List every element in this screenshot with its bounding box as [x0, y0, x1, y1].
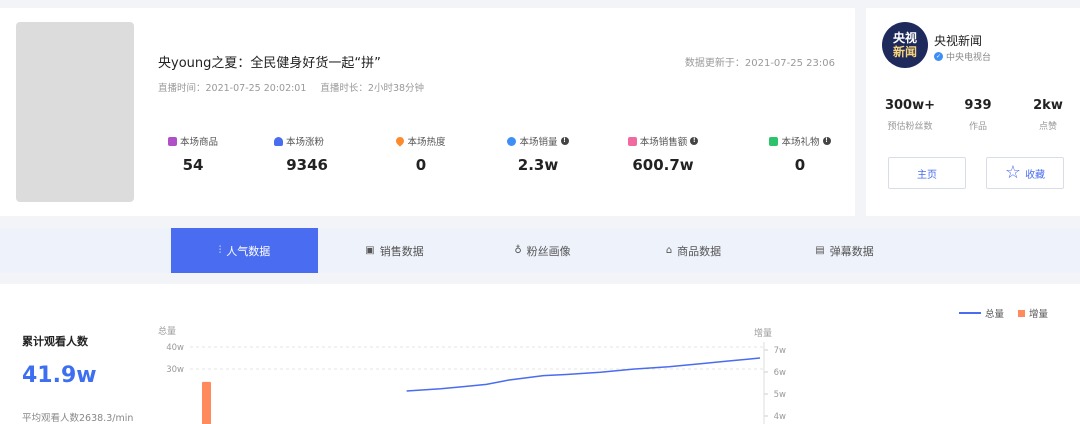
right-ticks: 7w 6w 5w 4w	[763, 342, 786, 424]
right-tick-label: 5w	[774, 390, 786, 400]
total-series-line	[406, 357, 761, 392]
live-meta: 直播时间：2021-07-25 20:02:01 直播时长：2小时38分钟	[158, 80, 424, 94]
stat-revenue: 本场销售额! 600.7w	[618, 134, 708, 174]
receipt-icon: ▣	[365, 245, 375, 256]
money-bag-icon	[627, 136, 637, 146]
chart-legend: 总量 增量	[958, 306, 1048, 320]
legend-increment[interactable]: 增量	[1017, 306, 1048, 320]
stat-sales-value: 2.3w	[517, 156, 559, 174]
stat-fans-gain-value: 9346	[286, 156, 328, 174]
popularity-chart: 总量 增量 40w 30w 7w 6w 5w 4w	[158, 325, 786, 424]
stat-products: 本场商品 54	[158, 134, 228, 174]
account-stat-fans: 300w+ 预估粉丝数	[884, 98, 936, 132]
live-stats: 本场商品 54 本场涨粉 9346 本场热度 0 本场销量! 2.3w 本场销售…	[158, 134, 838, 184]
bag-icon: ⌂	[665, 245, 673, 256]
tab-popularity[interactable]: ⫶ 人气数据	[171, 228, 318, 273]
popularity-panel: 总量 增量 累计观看人数 41.9w 平均观看人数2638.3/min 总量 增…	[0, 284, 1080, 424]
left-axis-title: 总量	[158, 325, 176, 337]
user-add-icon	[273, 136, 283, 146]
tab-fans-profile[interactable]: ♁ 粉丝画像	[469, 228, 616, 273]
message-icon: ▤	[815, 245, 825, 256]
right-tick-label: 7w	[774, 346, 786, 356]
data-update-time: 数据更新于：2021-07-25 23:06	[684, 58, 835, 69]
account-verified: ✓ 中央电视台	[934, 52, 992, 63]
data-tabs: ⫶ 人气数据 ▣ 销售数据 ♁ 粉丝画像 ⌂ 商品数据 ▤ 弹幕数据	[0, 228, 1080, 273]
stat-products-value: 54	[182, 156, 204, 174]
legend-line-swatch	[958, 312, 981, 314]
increment-bars	[202, 381, 211, 424]
kpi-label: 累计观看人数	[22, 335, 88, 348]
flame-icon	[394, 135, 407, 147]
stat-fans-gain: 本场涨粉 9346	[268, 134, 330, 174]
live-cover-image[interactable]	[16, 22, 134, 202]
right-tick-label: 4w	[774, 412, 786, 422]
sales-icon	[507, 136, 517, 146]
right-tick-label: 6w	[774, 368, 786, 378]
fans-icon: ♁	[514, 245, 522, 256]
live-start-time: 直播时间：2021-07-25 20:02:01	[158, 83, 307, 94]
left-tick-label: 40w	[166, 343, 184, 353]
stat-gifts: 本场礼物! 0	[762, 134, 838, 174]
kpi-average: 平均观看人数2638.3/min	[22, 413, 134, 424]
stat-sales: 本场销量! 2.3w	[498, 134, 578, 174]
favorite-button[interactable]: ☆ 收藏	[986, 157, 1064, 189]
account-stat-works: 939 作品	[964, 98, 992, 132]
legend-total[interactable]: 总量	[958, 306, 1004, 320]
account-logo[interactable]: 央视 新闻	[882, 22, 928, 68]
shopping-bag-icon	[167, 136, 177, 146]
tab-sales[interactable]: ▣ 销售数据	[321, 228, 468, 273]
stat-revenue-value: 600.7w	[632, 156, 694, 174]
gift-icon	[769, 136, 779, 146]
info-icon[interactable]: !	[690, 137, 699, 145]
account-stat-likes: 2kw 点赞	[1033, 98, 1063, 132]
kpi-value: 41.9w	[22, 363, 97, 388]
right-axis-title: 增量	[754, 327, 772, 339]
chart-bars-icon: ⫶	[218, 245, 222, 256]
info-icon[interactable]: !	[560, 137, 569, 145]
star-icon: ☆	[1004, 162, 1022, 183]
account-card: 央视 新闻 央视新闻 ✓ 中央电视台 300w+ 预估粉丝数 939 作品 2k…	[866, 8, 1080, 216]
increment-bar	[202, 381, 211, 424]
verified-check-icon: ✓	[934, 52, 943, 61]
legend-square-swatch	[1017, 309, 1025, 317]
stat-gifts-value: 0	[794, 156, 806, 174]
info-icon[interactable]: !	[822, 137, 831, 145]
tab-danmaku[interactable]: ▤ 弹幕数据	[771, 228, 918, 273]
live-duration: 直播时长：2小时38分钟	[320, 83, 425, 94]
live-title[interactable]: 央young之夏：全民健身好货一起“拼”	[158, 52, 381, 71]
tab-products[interactable]: ⌂ 商品数据	[620, 228, 767, 273]
stat-heat: 本场热度 0	[384, 134, 458, 174]
left-tick-label: 30w	[166, 365, 184, 375]
live-info-card: 央young之夏：全民健身好货一起“拼” 数据更新于：2021-07-25 23…	[0, 8, 855, 216]
stat-heat-value: 0	[415, 156, 427, 174]
account-name[interactable]: 央视新闻	[934, 32, 982, 49]
left-ticks: 40w 30w	[166, 343, 184, 375]
home-button[interactable]: 主页	[888, 157, 966, 189]
